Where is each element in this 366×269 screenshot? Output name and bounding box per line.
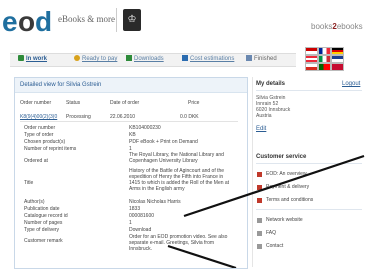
- flag-icon[interactable]: [305, 63, 318, 71]
- detail-label: Order number: [24, 125, 56, 131]
- sidebar-divider: [256, 90, 362, 91]
- service-link-faq[interactable]: FAQ: [266, 230, 276, 236]
- books2ebooks-logo: books2ebooks: [311, 22, 363, 31]
- service-link-contact[interactable]: Contact: [266, 243, 283, 249]
- detail-value: The Royal Library, the National Library …: [129, 152, 224, 164]
- detail-value: KB104000230: [129, 125, 161, 131]
- detail-label: Publication date: [24, 206, 60, 212]
- detail-value: KB: [129, 132, 136, 138]
- col-date: Date of order: [110, 100, 140, 106]
- detail-value: Nicolas Nicholas Harris: [129, 199, 181, 205]
- step-cost-estimations[interactable]: Cost estimations: [182, 55, 234, 62]
- flag-icon[interactable]: [331, 47, 344, 55]
- bullet-icon: [257, 231, 262, 236]
- detail-value: 1: [129, 220, 132, 226]
- library-crest-icon: ♔: [123, 9, 141, 31]
- detail-value: History of the Battle of Agincourt and o…: [129, 168, 230, 192]
- detail-label: Type of order: [24, 132, 54, 138]
- sidebar-divider: [256, 163, 362, 164]
- bullet-icon: [257, 218, 262, 223]
- service-link-network[interactable]: Network website: [266, 217, 303, 223]
- detail-label: Number of pages: [24, 220, 63, 226]
- detail-value: PDF eBook + Print on Demand: [129, 139, 198, 145]
- bullet-icon: [257, 172, 262, 177]
- flag-icon[interactable]: [318, 55, 331, 63]
- order-price: 0.0 DKK: [180, 114, 199, 120]
- svg-text:e: e: [2, 6, 17, 36]
- detail-label: Chosen product(s): [24, 139, 66, 145]
- address-line: Austria: [256, 113, 272, 119]
- cart-icon: [18, 55, 24, 61]
- sidebar-divider: [256, 209, 362, 210]
- svg-text:o: o: [18, 6, 35, 36]
- bullet-icon: [257, 244, 262, 249]
- language-flags: [305, 47, 344, 71]
- calculator-icon: [182, 55, 188, 61]
- detail-value: Download: [129, 227, 152, 233]
- bullet-icon: [257, 198, 262, 203]
- flag-icon[interactable]: [305, 47, 318, 55]
- flag-icon[interactable]: [318, 47, 331, 55]
- col-status: Status: [66, 100, 81, 106]
- download-icon: [126, 55, 132, 61]
- step-ready-to-pay[interactable]: Ready to pay: [74, 55, 117, 62]
- edit-details-link[interactable]: Edit: [256, 126, 266, 132]
- logout-link[interactable]: Logout: [342, 81, 360, 87]
- coin-icon: [74, 55, 80, 61]
- detail-label: Number of reprint items: [24, 146, 77, 152]
- detail-label: Catalogue record id: [24, 213, 68, 219]
- step-downloads[interactable]: Downloads: [126, 55, 164, 62]
- detail-label: Title: [24, 180, 34, 186]
- bullet-icon: [257, 185, 262, 190]
- detail-label: Author(s): [24, 199, 45, 205]
- brand-text: eBooks & more: [58, 14, 115, 24]
- service-link-payment[interactable]: Payment & delivery: [266, 184, 309, 190]
- col-order-number: Order number: [20, 100, 52, 106]
- flag-icon[interactable]: [331, 63, 344, 71]
- detail-value: 000081600: [129, 213, 155, 219]
- detail-value: 1833: [129, 206, 141, 212]
- order-status: Processing: [66, 114, 91, 120]
- detail-label: Customer remark: [24, 238, 63, 244]
- step-finished[interactable]: Finished: [246, 55, 277, 62]
- flag-icon[interactable]: [331, 55, 344, 63]
- my-details-title: My details: [256, 81, 286, 87]
- check-icon: [246, 55, 252, 61]
- flag-icon[interactable]: [318, 63, 331, 71]
- svg-text:d: d: [35, 6, 51, 36]
- detail-label: Ordered at: [24, 158, 48, 164]
- row-divider: [20, 121, 238, 122]
- order-number-link[interactable]: K8(9(4)00(2)(3(0: [20, 114, 57, 120]
- step-in-work[interactable]: In work: [18, 55, 47, 62]
- customer-service-title: Customer service: [256, 154, 307, 160]
- page-title: Detailed view for Silvia Gstrein: [20, 82, 102, 88]
- detail-label: Type of delivery: [24, 227, 60, 233]
- service-link-overview[interactable]: EOD: An overview: [266, 171, 307, 177]
- eod-logo: e o d: [2, 6, 53, 36]
- header-divider: [116, 8, 117, 32]
- order-date: 22.06.2010: [110, 114, 136, 120]
- service-link-terms[interactable]: Terms and conditions: [266, 197, 313, 203]
- detail-value: Order for an EOD promotion video. See al…: [129, 234, 228, 252]
- col-price: Price: [188, 100, 200, 106]
- flag-icon[interactable]: [305, 55, 318, 63]
